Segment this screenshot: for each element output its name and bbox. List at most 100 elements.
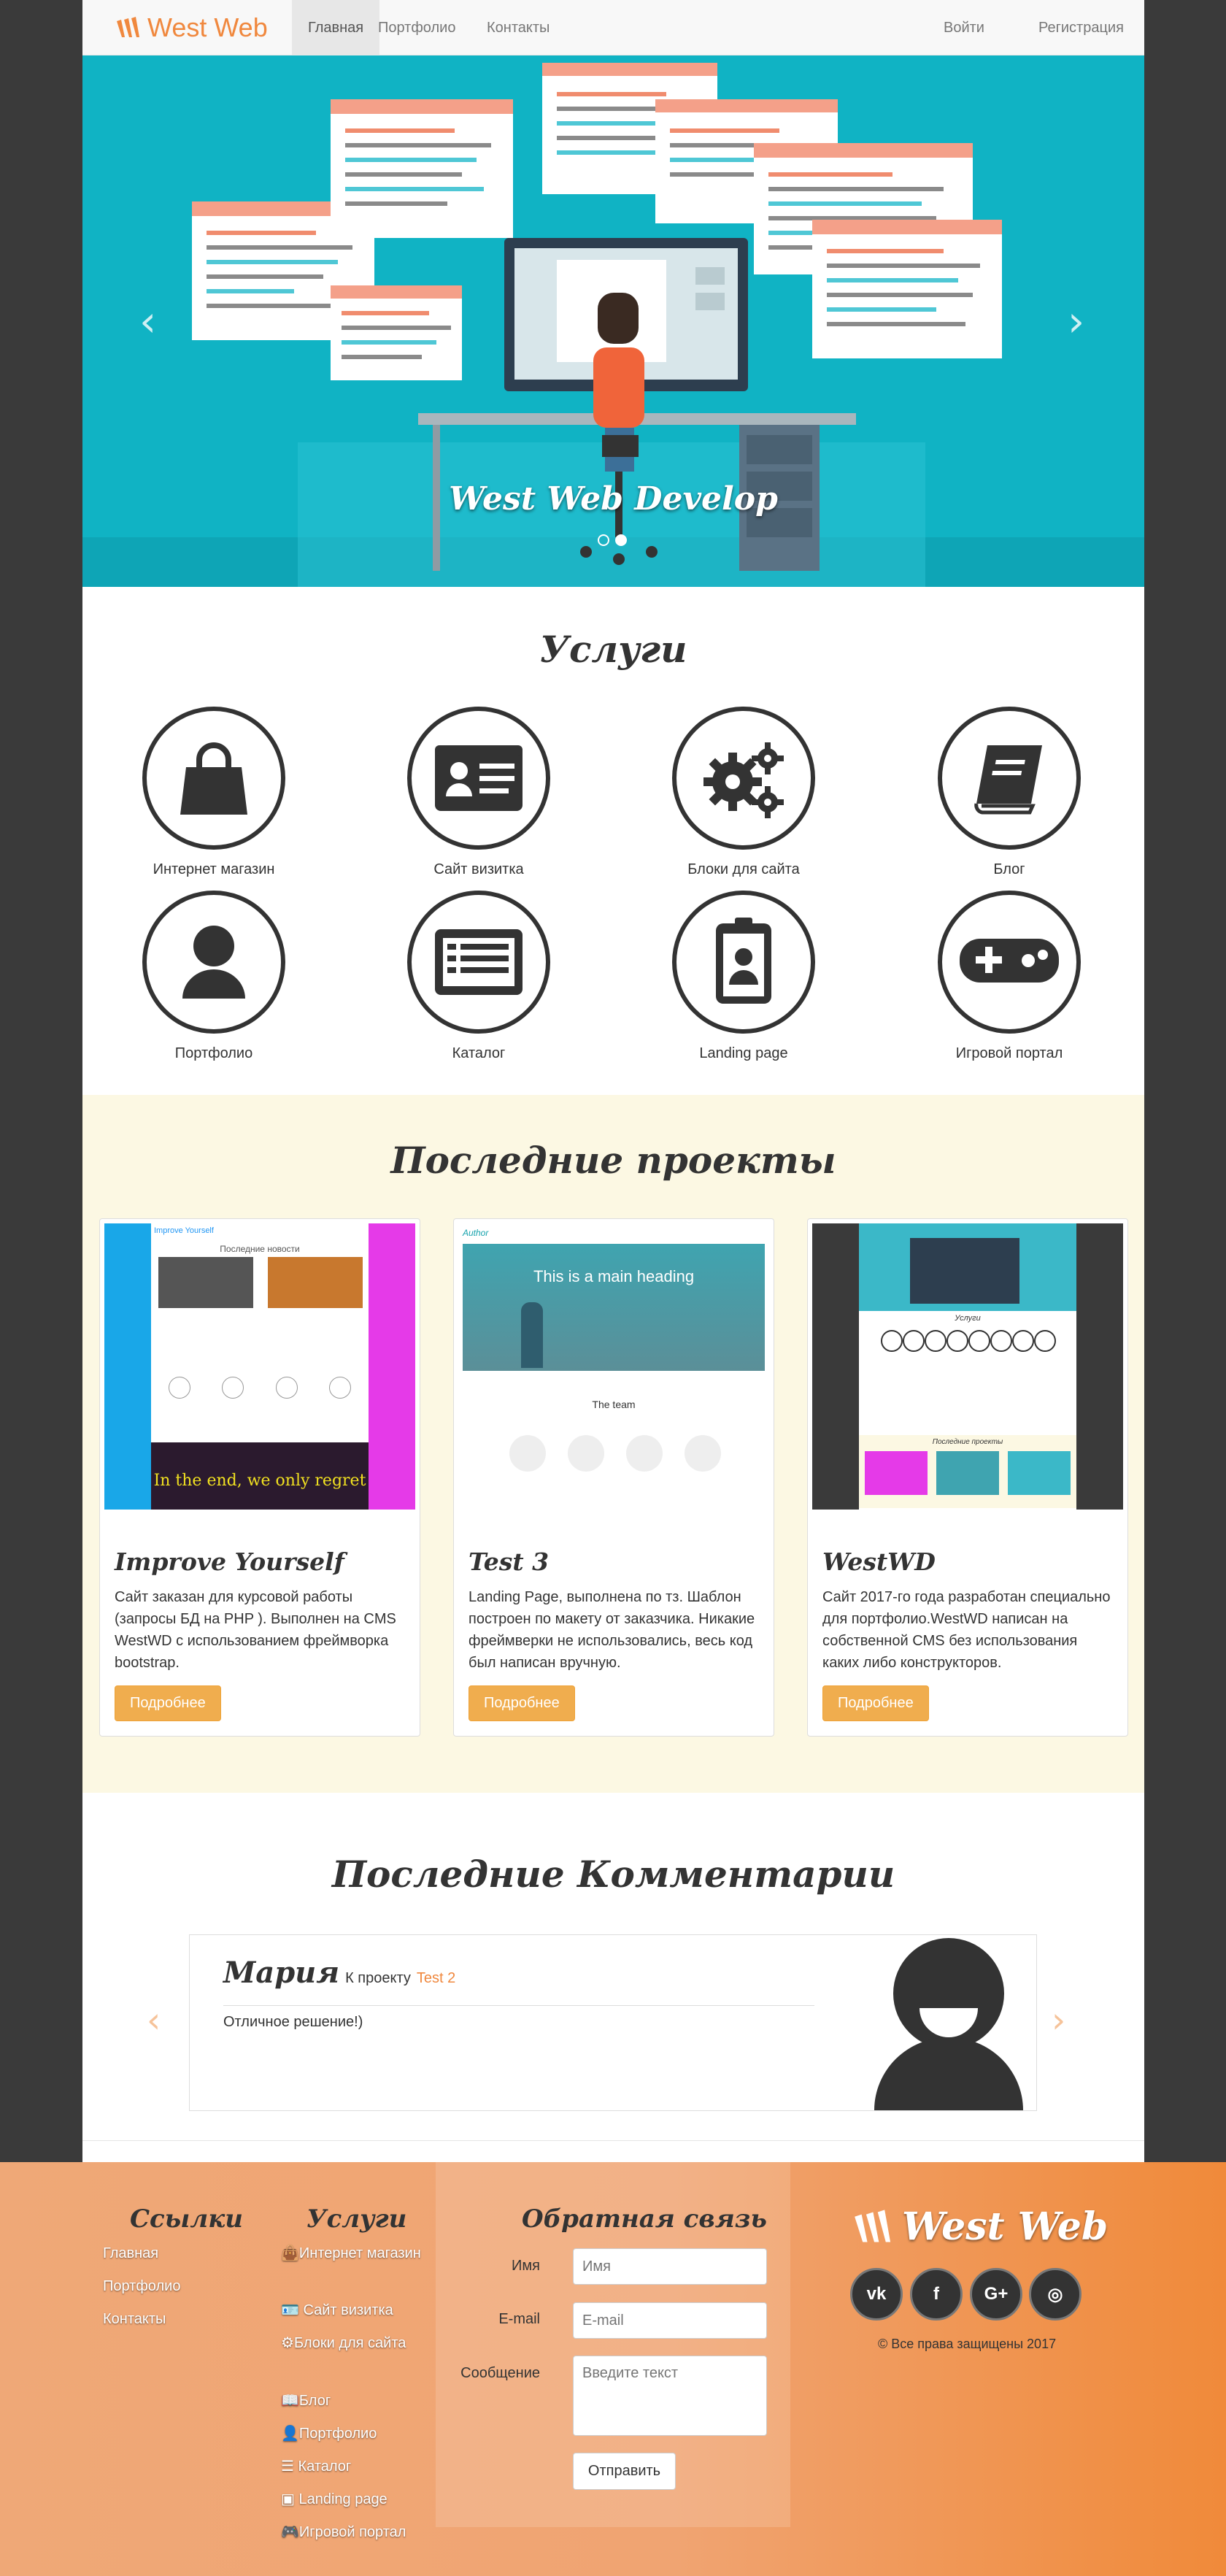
gamepad-icon: 🎮 (281, 2524, 299, 2540)
service-label: Блоки для сайта (687, 861, 800, 877)
nav-register[interactable]: Регистрация (1022, 0, 1140, 55)
send-button[interactable]: Отправить (573, 2453, 676, 2490)
email-field[interactable] (573, 2302, 767, 2339)
nav-contacts[interactable]: Контакты (471, 0, 566, 55)
services-title: Услуги (539, 628, 687, 671)
email-label: E-mail (498, 2311, 540, 2327)
id-card-icon: 🪪 (281, 2302, 304, 2318)
hero-carousel: ‹ › West Web Develop (82, 55, 1144, 587)
service-catalog[interactable]: Каталог (377, 891, 581, 1062)
project-title: Test 3 (469, 1547, 550, 1576)
service-portfolio[interactable]: Портфолио (112, 891, 316, 1062)
book-icon (938, 707, 1081, 850)
thumb-header: Author (463, 1228, 489, 1238)
service-label: Landing page (699, 1045, 788, 1061)
brand-name: West Web (147, 12, 268, 42)
carousel-next-icon[interactable]: › (1068, 296, 1084, 346)
service-label: Каталог (452, 1045, 506, 1061)
service-business-card[interactable]: Сайт визитка (377, 707, 581, 878)
thumb-sub: Последние проекты (932, 1438, 1003, 1446)
west-web-logo-icon (117, 17, 139, 37)
footer-service-site-blocks[interactable]: ⚙Блоки для сайта (281, 2332, 427, 2354)
name-label: Имя (512, 2258, 540, 2274)
footer-service-catalog[interactable]: ☰ Каталог (281, 2456, 351, 2477)
comment-card: Мария К проекту Test 2 Отличное решение!… (189, 1934, 1037, 2111)
name-field[interactable] (573, 2248, 767, 2285)
comment-project-prefix: К проекту (345, 1970, 411, 1986)
comment-avatar (874, 1938, 1023, 2110)
service-game-portal[interactable]: Игровой портал (907, 891, 1111, 1062)
carousel-caption: West Web Develop (449, 480, 778, 518)
list-icon: ☰ (281, 2458, 298, 2475)
facebook-icon[interactable]: f (910, 2268, 963, 2321)
footer-service-landing-page[interactable]: ▣ Landing page (281, 2488, 388, 2510)
page-container: West Web Главная Портфолио Контакты Войт… (82, 0, 1144, 2162)
project-title: WestWD (822, 1547, 936, 1576)
thumb-heading: Последние новости (220, 1244, 300, 1254)
instagram-icon[interactable]: ◎ (1029, 2268, 1082, 2321)
footer-services-title: Услуги (306, 2204, 407, 2234)
project-description: Сайт 2017-го года разработан специально … (822, 1589, 1111, 1671)
message-field[interactable] (573, 2356, 767, 2436)
footer-link-home[interactable]: Главная (103, 2242, 158, 2264)
project-more-button[interactable]: Подробнее (115, 1685, 221, 1721)
comments-prev-icon[interactable]: ‹ (147, 2000, 161, 2041)
gamepad-icon (938, 891, 1081, 1034)
badge-icon: ▣ (281, 2491, 299, 2507)
vk-icon[interactable]: vk (850, 2268, 903, 2321)
project-thumbnail[interactable]: Improve Yourself Последние новости In th… (104, 1223, 415, 1510)
project-description: Сайт заказан для курсовой работы (запрос… (115, 1589, 396, 1671)
west-web-logo-icon (855, 2209, 891, 2242)
footer-service-portfolio[interactable]: 👤Портфолио (281, 2423, 377, 2445)
comments-title: Последние Комментарии (331, 1853, 895, 1896)
brand-logo[interactable]: West Web (115, 12, 268, 43)
service-label: Портфолио (174, 1045, 253, 1061)
user-icon: 👤 (281, 2426, 299, 2442)
user-icon (142, 891, 285, 1034)
list-icon (407, 891, 550, 1034)
comments-next-icon[interactable]: › (1052, 2000, 1065, 2041)
service-landing-page[interactable]: Landing page (641, 891, 846, 1062)
thumb-heading: Услуги (955, 1314, 981, 1323)
projects-section: Последние проекты Improve Yourself После… (82, 1095, 1144, 1793)
gears-icon (672, 707, 815, 850)
footer-service-blog[interactable]: 📖Блог (281, 2390, 331, 2412)
project-thumbnail[interactable]: Услуги Последние проекты (812, 1223, 1123, 1510)
message-label: Сообщение (460, 2365, 540, 2381)
footer-service-online-store[interactable]: 👜Интернет магазин (281, 2242, 427, 2264)
footer-service-business-card[interactable]: 🪪 Сайт визитка (281, 2299, 393, 2321)
comment-text: Отличное решение!) (223, 2014, 363, 2030)
shopping-bag-icon: 👜 (281, 2245, 299, 2261)
project-card: Improve Yourself Последние новости In th… (99, 1218, 420, 1737)
comment-project-link[interactable]: Test 2 (417, 1970, 455, 1987)
footer-brand-name: West Web (902, 2204, 1109, 2249)
service-blog[interactable]: Блог (907, 707, 1111, 878)
thumb-heading: This is a main heading (533, 1267, 695, 1285)
service-label: Сайт визитка (433, 861, 524, 877)
project-thumbnail[interactable]: Author This is a main heading The team (458, 1223, 769, 1510)
footer-link-contacts[interactable]: Контакты (103, 2308, 166, 2330)
footer-service-game-portal[interactable]: 🎮Игровой портал (281, 2521, 406, 2543)
nav-portfolio[interactable]: Портфолио (362, 0, 471, 55)
carousel-indicator-2[interactable] (615, 534, 627, 546)
projects-title: Последние проекты (390, 1139, 836, 1182)
project-more-button[interactable]: Подробнее (469, 1685, 575, 1721)
project-card: Author This is a main heading The team T… (453, 1218, 774, 1737)
badge-icon (672, 891, 815, 1034)
shopping-bag-icon (142, 707, 285, 850)
gears-icon: ⚙ (281, 2335, 294, 2351)
thumb-sub: The team (592, 1399, 636, 1410)
service-online-store[interactable]: Интернет магазин (112, 707, 316, 878)
service-site-blocks[interactable]: Блоки для сайта (641, 707, 846, 878)
id-card-icon (407, 707, 550, 850)
nav-login[interactable]: Войти (928, 0, 1001, 55)
carousel-indicator-1[interactable] (598, 534, 609, 546)
thumb-quote: In the end, we only regret (151, 1442, 369, 1510)
project-card: Услуги Последние проекты WestWD Сайт 201… (807, 1218, 1128, 1737)
google-plus-icon[interactable]: G+ (970, 2268, 1022, 2321)
project-more-button[interactable]: Подробнее (822, 1685, 929, 1721)
footer-link-portfolio[interactable]: Портфолио (103, 2275, 180, 2297)
carousel-prev-icon[interactable]: ‹ (139, 296, 156, 346)
footer-brand[interactable]: West Web (852, 2204, 1108, 2249)
service-label: Интернет магазин (153, 861, 275, 877)
